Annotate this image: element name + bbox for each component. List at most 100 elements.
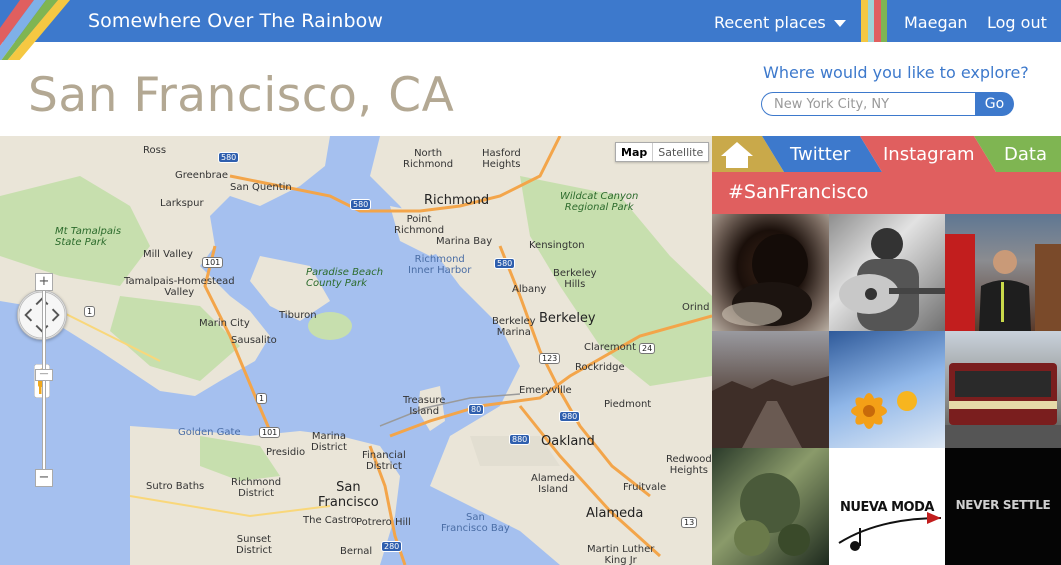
map-label: Golden Gate (178, 427, 241, 438)
map-label: Presidio (266, 447, 306, 458)
guitar-image (839, 228, 945, 331)
map-label: Financial District (362, 450, 406, 472)
highway-shield: 101 (202, 257, 224, 268)
instagram-photo-grid: NUEVA MODA NEVER SETTLE (712, 214, 1061, 565)
map-label: North Richmond (403, 148, 454, 170)
map-label: Bernal (340, 546, 373, 557)
map-label: San Quentin (230, 182, 292, 193)
map-label: Sausalito (231, 335, 277, 346)
map-label: Alameda Island (531, 473, 576, 495)
dog-image (722, 234, 812, 326)
photo-overlay-text: NEVER SETTLE (955, 498, 1051, 512)
map-label: Richmond District (231, 477, 282, 499)
recent-places-label: Recent places (714, 13, 826, 32)
photo-tile[interactable] (945, 214, 1061, 331)
highway-shield: 1 (84, 306, 96, 317)
highway-shield: 80 (468, 404, 485, 415)
zoom-in-button[interactable]: + (35, 273, 53, 291)
photo-tile[interactable]: NUEVA MODA (829, 448, 945, 565)
tab-data[interactable]: Data (1004, 144, 1047, 165)
map-label: Orind (682, 302, 710, 313)
rainbow-corner-logo (0, 0, 70, 60)
highway-shield: 123 (539, 353, 561, 364)
go-button[interactable]: Go (975, 92, 1014, 116)
photo-tile[interactable]: NEVER SETTLE (945, 448, 1061, 565)
map-label: Rockridge (575, 362, 625, 373)
home-icon[interactable] (720, 140, 754, 170)
highway-shield: 980 (559, 411, 581, 422)
map-label: Oakland (541, 434, 595, 449)
photo-tile[interactable] (829, 331, 945, 448)
map-label: Berkeley Hills (553, 268, 597, 290)
map-label: Sunset District (236, 534, 272, 556)
map-label: Marina District (311, 431, 347, 453)
photo-tile[interactable] (945, 331, 1061, 448)
explore-label: Where would you like to explore? (763, 63, 1029, 82)
map-label: Albany (512, 284, 547, 295)
map-label: Emeryville (519, 385, 572, 396)
highway-shield: 13 (681, 517, 698, 528)
map-label: Marin City (199, 318, 250, 329)
map-label: Richmond Inner Harbor (408, 254, 472, 276)
map-type-satellite-button[interactable]: Satellite (653, 143, 709, 161)
rainbow-stripes (861, 0, 887, 42)
logout-link[interactable]: Log out (987, 13, 1047, 32)
recent-places-dropdown[interactable]: Recent places (714, 13, 846, 32)
map-label: Mt Tamalpais State Park (55, 226, 122, 248)
map-label: Berkeley Marina (492, 316, 536, 338)
photo-overlay-text: NUEVA MODA (840, 500, 934, 515)
map-label: Sutro Baths (146, 481, 205, 492)
caret-down-icon (834, 20, 846, 27)
map-label: Tiburon (279, 310, 317, 321)
tab-twitter[interactable]: Twitter (790, 144, 850, 165)
map-label: Ross (143, 145, 167, 156)
location-search-input[interactable] (761, 92, 977, 116)
cable-car-image (945, 363, 1061, 448)
map-type-toggle: Map Satellite (615, 142, 710, 162)
top-bar: Somewhere Over The Rainbow Recent places… (0, 0, 1061, 60)
map-label: San Francisco (318, 480, 379, 510)
map-label: The Castro (303, 515, 358, 526)
map-label: Kensington (529, 240, 585, 251)
map-label: Piedmont (604, 399, 652, 410)
stripe (880, 0, 887, 42)
photo-tile[interactable] (712, 331, 829, 448)
highway-shield: 580 (494, 258, 516, 269)
user-profile-link[interactable]: Maegan (904, 13, 968, 32)
turtles-image (734, 473, 810, 556)
hashtag-header: #SanFrancisco (712, 172, 1061, 214)
map-label: Larkspur (160, 198, 204, 209)
map-label: Tamalpais-Homestead Valley (124, 276, 235, 298)
map-label: Redwood Heights (666, 454, 712, 476)
highway-shield: 101 (259, 427, 281, 438)
map-view[interactable]: Ross Greenbrae Larkspur San Quentin Nort… (0, 136, 712, 565)
page-title: San Francisco, CA (28, 68, 455, 123)
photo-tile[interactable] (712, 214, 829, 331)
zoom-slider-handle[interactable]: — (35, 369, 53, 381)
highway-shield: 1 (256, 393, 268, 404)
map-label: Hasford Heights (482, 148, 521, 170)
map-label: Richmond (424, 193, 490, 208)
map-label: Berkeley (539, 311, 596, 326)
flowers-image (851, 391, 917, 429)
map-type-map-button[interactable]: Map (616, 143, 654, 161)
map-label: Potrero Hill (356, 517, 411, 528)
highway-shield: 24 (639, 343, 656, 354)
map-label: Alameda (586, 506, 644, 521)
map-label: Greenbrae (175, 170, 229, 181)
panel-tabs: Twitter Instagram Data (712, 136, 1061, 172)
map-label: Martin Luther King Jr (587, 544, 655, 565)
map-label: Mill Valley (143, 249, 193, 260)
map-label: Paradise Beach County Park (306, 267, 384, 289)
highway-shield: 580 (350, 199, 372, 210)
tab-instagram[interactable]: Instagram (883, 144, 975, 165)
photo-tile[interactable] (829, 214, 945, 331)
london-man-image (945, 234, 1061, 331)
photo-tile[interactable] (712, 448, 829, 565)
map-label: Treasure Island (403, 395, 446, 417)
map-label: Point Richmond (394, 214, 445, 236)
map-label: Fruitvale (623, 482, 667, 493)
zoom-out-button[interactable]: − (35, 469, 53, 487)
search-form: Go (761, 92, 1014, 116)
app-title[interactable]: Somewhere Over The Rainbow (88, 10, 383, 32)
